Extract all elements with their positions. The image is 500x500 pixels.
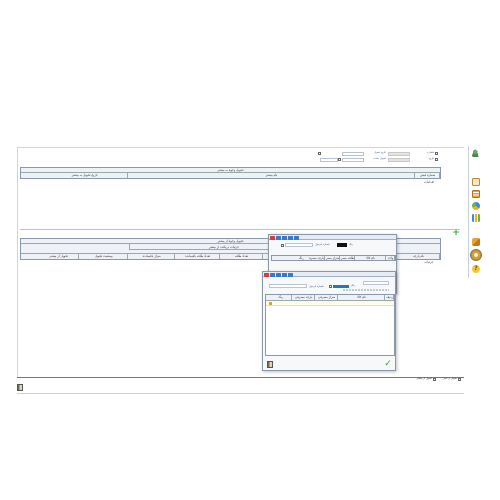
formula-dialog-front: رنگ شماره فرمول ردیف نام کالا متراژ مصرف… <box>262 271 396 371</box>
col-header[interactable]: متراژ مصرفی <box>326 256 341 260</box>
col-header[interactable]: تاریخ تحویل به بیشتر <box>42 173 129 179</box>
formula-label: شماره فرمول <box>309 285 324 288</box>
dialog-titlebar <box>263 272 395 277</box>
col-header[interactable]: رنگ <box>294 256 308 260</box>
col-header[interactable]: تحویل از بیشتر <box>39 254 80 259</box>
code-input[interactable] <box>363 281 389 285</box>
add-icon[interactable]: + <box>452 229 460 237</box>
col-header[interactable]: رنگ <box>270 295 293 300</box>
exit-door-icon[interactable] <box>17 384 23 391</box>
form-header: شماره تاریخ تاریخ تحویل تحویل دهنده <box>20 149 440 169</box>
picker-button[interactable] <box>281 243 284 247</box>
pin-button[interactable] <box>294 235 299 240</box>
picker-button[interactable] <box>318 152 321 155</box>
picker-button[interactable] <box>338 158 341 161</box>
col-header[interactable]: نام کالا <box>339 295 386 300</box>
checkbox-label: تحویل از بیشتر <box>416 377 433 380</box>
footer-divider <box>17 393 464 394</box>
formula-input[interactable] <box>285 243 313 247</box>
checkbox-label: تحویل از انبار <box>443 377 457 380</box>
help-icon[interactable]: ? <box>472 265 480 273</box>
picker-button[interactable] <box>329 285 332 288</box>
bar-chart-icon[interactable] <box>472 214 480 222</box>
grid-header: شماره فیش نام بیشتر تاریخ تحویل به بیشتر… <box>21 173 440 184</box>
color-swatch[interactable] <box>333 285 349 288</box>
col-header[interactable]: اقدامات <box>418 180 440 186</box>
color-swatch[interactable] <box>337 243 347 247</box>
col-header[interactable]: متراژ مصرفی <box>316 295 339 300</box>
option-checkbox-1[interactable] <box>435 152 438 155</box>
date-field[interactable] <box>388 158 410 162</box>
formula-label: شماره فرمول <box>315 243 330 246</box>
col-header[interactable]: واحد <box>387 256 395 260</box>
delivery-person-field[interactable] <box>342 158 364 162</box>
table-row[interactable] <box>266 301 394 306</box>
col-header[interactable]: تعداد طاقه باقیمانده <box>176 254 221 259</box>
help-button[interactable] <box>282 272 287 277</box>
pencil-icon[interactable] <box>269 302 272 305</box>
col-header[interactable]: جزئیات <box>418 260 440 265</box>
col-header[interactable]: نام بیشتر <box>129 173 416 179</box>
close-button[interactable] <box>270 235 275 240</box>
col-header[interactable]: بارچه مصرفی <box>309 256 326 260</box>
form-label: تاریخ تحویل <box>374 151 386 154</box>
status-bar-line <box>17 377 464 378</box>
col-header[interactable]: وضعیت تحویل <box>80 254 129 259</box>
pin-button[interactable] <box>288 272 293 277</box>
option-checkbox-2[interactable] <box>435 158 438 161</box>
col-header[interactable]: ردیف <box>386 295 394 300</box>
close-button[interactable] <box>264 272 269 277</box>
col-header[interactable]: بارچه مصرفی <box>293 295 316 300</box>
maximize-button[interactable] <box>282 235 287 240</box>
minimize-button[interactable] <box>270 272 275 277</box>
hint-text <box>343 289 389 291</box>
minimize-button[interactable] <box>276 235 281 240</box>
hand-icon[interactable] <box>472 238 480 246</box>
calendar-icon[interactable] <box>472 178 480 186</box>
sidebar: ? <box>468 146 482 278</box>
delivery-from-checkbox[interactable] <box>433 378 436 381</box>
consumption-grid: ردیف نام کالا متراژ مصرفی بارچه مصرفی رن… <box>265 294 395 356</box>
col-header[interactable]: تعداد طاقه <box>221 254 264 259</box>
col-header[interactable]: متراژ باقیمانده <box>129 254 176 259</box>
delivery-to-grid: تحویل وجوه به بیشتر شماره فیش نام بیشتر … <box>20 167 441 184</box>
maximize-button[interactable] <box>276 272 281 277</box>
delivery-warehouse-checkbox[interactable] <box>458 378 461 381</box>
delivery-date-from[interactable] <box>342 152 364 156</box>
exit-door-icon[interactable] <box>267 361 273 368</box>
color-label: رنگ <box>349 243 354 246</box>
form-label: تحویل دهنده <box>373 157 386 160</box>
help-button[interactable] <box>288 235 293 240</box>
color-label: رنگ <box>351 284 356 287</box>
col-header[interactable]: نام کالا <box>356 256 387 260</box>
date-to-field[interactable] <box>320 158 338 162</box>
form-label: تاریخ <box>429 157 434 160</box>
consumption-grid: واحد نام کالا طاقه مصرفی متراژ مصرفی بار… <box>271 255 396 261</box>
person-search-icon[interactable] <box>472 149 480 157</box>
dialog-titlebar <box>269 235 396 240</box>
chart-pie-icon[interactable] <box>472 202 480 210</box>
form-label: شماره <box>427 151 434 154</box>
check-icon[interactable]: ✓ <box>383 359 393 369</box>
gear-icon[interactable] <box>470 249 482 261</box>
section-divider <box>20 229 460 230</box>
col-header[interactable]: شماره فیش <box>416 173 440 179</box>
col-header[interactable]: نام بارچه <box>398 254 440 259</box>
col-header[interactable]: طاقه مصرفی <box>341 256 356 260</box>
formula-input[interactable] <box>269 284 307 288</box>
grid-icon[interactable] <box>472 190 480 198</box>
code-field[interactable] <box>388 152 410 156</box>
